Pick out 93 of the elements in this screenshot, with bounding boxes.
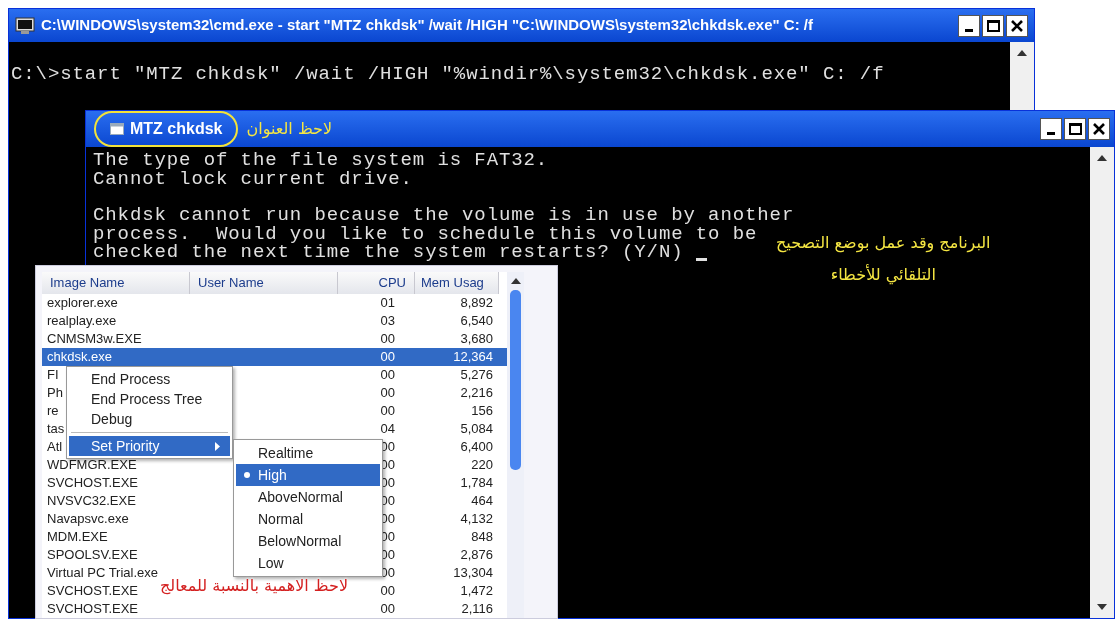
scrollbar[interactable] — [507, 272, 524, 618]
cpu-value: 00 — [379, 384, 396, 403]
memory-value: 156 — [470, 402, 494, 421]
process-name: FI — [47, 366, 59, 385]
process-name: SVCHOST.EXE — [47, 582, 139, 601]
console-icon — [15, 16, 35, 35]
process-name: Atl — [47, 438, 63, 457]
menu-item[interactable]: Debug — [69, 409, 230, 429]
memory-value: 1,784 — [459, 474, 494, 493]
menu-item[interactable]: End Process — [69, 369, 230, 389]
memory-value: 3,680 — [459, 330, 494, 349]
column-header[interactable]: Mem Usag — [415, 272, 499, 294]
annotation-text: لاحظ الاهمية بالنسبة للمعالج — [160, 575, 349, 597]
menu-item[interactable]: End Process Tree — [69, 389, 230, 409]
column-header[interactable]: User Name — [190, 272, 338, 294]
process-name: CNMSM3w.EXE — [47, 330, 142, 349]
close-icon — [1011, 19, 1023, 32]
memory-value: 12,364 — [452, 348, 494, 367]
cpu-value: 00 — [379, 366, 396, 385]
memory-value: 13,304 — [452, 564, 494, 583]
cpu-value: 00 — [379, 600, 396, 618]
process-name: Navapsvc.exe — [47, 510, 129, 529]
maximize-button[interactable] — [982, 14, 1004, 37]
cpu-value: 00 — [379, 348, 396, 367]
annotation-text: البرنامج وقد عمل بوضع التصحيح — [776, 232, 991, 255]
cpu-value: 01 — [379, 294, 396, 313]
column-header[interactable]: Image Name — [42, 272, 190, 294]
command-line: C:\>start "MTZ chkdsk" /wait /HIGH "%windir%\system32\chkdsk.exe" C: /f — [11, 63, 885, 85]
scroll-up-arrow-icon[interactable] — [1017, 50, 1027, 56]
close-icon — [1093, 123, 1105, 135]
minimize-button[interactable] — [1040, 118, 1062, 140]
menu-item[interactable]: High — [236, 464, 380, 486]
column-header[interactable]: CPU — [338, 272, 415, 294]
memory-value: 2,876 — [459, 546, 494, 565]
annotation-text: التلقائي للأخطاء — [830, 263, 936, 287]
scrollbar[interactable] — [1010, 42, 1034, 110]
memory-value: 5,276 — [459, 366, 494, 385]
cpu-value: 00 — [379, 330, 396, 349]
process-name: NVSVC32.EXE — [47, 492, 136, 511]
minimize-button[interactable] — [958, 14, 980, 37]
menu-item[interactable]: Low — [236, 552, 380, 574]
scrollbar[interactable] — [1090, 147, 1114, 618]
process-name: realplay.exe — [47, 312, 117, 331]
console-output-line: The type of the file system is FAT32. — [93, 151, 549, 170]
process-name: SVCHOST.EXE — [47, 474, 139, 493]
selected-process-row[interactable]: chkdsk.exe 00 12,364 — [42, 348, 507, 366]
maximize-button[interactable] — [1064, 118, 1086, 140]
menu-item[interactable]: BelowNormal — [236, 530, 380, 552]
memory-value: 5,084 — [459, 420, 494, 439]
memory-value: 2,216 — [459, 384, 494, 403]
process-name: WDFMGR.EXE — [47, 456, 137, 475]
close-button[interactable] — [1006, 14, 1028, 37]
process-name: re — [47, 402, 59, 421]
process-name: explorer.exe — [47, 294, 118, 313]
scroll-up-arrow-icon[interactable] — [1097, 155, 1107, 161]
console-output-line: Cannot lock current drive. — [93, 169, 413, 188]
menu-item[interactable]: Set Priority — [69, 436, 230, 456]
radio-bullet-icon — [244, 472, 250, 478]
menu-item[interactable]: Normal — [236, 508, 380, 530]
console-output-line: process. Would you like to schedule this volume to be — [93, 224, 758, 243]
memory-value: 220 — [470, 456, 494, 475]
scroll-down-arrow-icon[interactable] — [1097, 604, 1107, 610]
cpu-value: 03 — [379, 312, 396, 331]
memory-value: 464 — [470, 492, 494, 511]
process-name: SPOOLSV.EXE — [47, 546, 138, 565]
process-name: tas — [47, 420, 65, 439]
close-button[interactable] — [1088, 118, 1110, 140]
process-name: MDM.EXE — [47, 528, 108, 547]
process-name: chkdsk.exe — [47, 348, 113, 367]
memory-value: 848 — [470, 528, 494, 547]
memory-value: 6,400 — [459, 438, 494, 457]
memory-value: 1,472 — [459, 582, 494, 601]
annotation-text: لاحظ العنوان — [246, 118, 333, 141]
process-name: Virtual PC Trial.exe — [47, 564, 159, 583]
memory-value: 2,116 — [460, 600, 494, 618]
memory-value: 6,540 — [459, 312, 494, 331]
scrollbar-thumb[interactable] — [510, 290, 521, 470]
submenu-arrow-icon — [215, 441, 220, 451]
cpu-value: 00 — [379, 402, 396, 421]
process-name: SVCHOST.EXE — [47, 600, 139, 618]
scroll-up-arrow-icon[interactable] — [510, 278, 521, 284]
console-output-line: Chkdsk cannot run because the volume is in use by another — [93, 206, 795, 225]
console-output-line: checked the next time the system restarts? (Y/N) — [93, 243, 684, 262]
process-name: Ph — [47, 384, 63, 403]
memory-value: 8,892 — [459, 294, 494, 313]
window-title: MTZ chkdsk — [130, 119, 223, 139]
menu-item[interactable]: AboveNormal — [236, 486, 380, 508]
cpu-value: 04 — [379, 420, 396, 439]
memory-value: 4,132 — [459, 510, 494, 529]
menu-item[interactable]: Realtime — [236, 442, 380, 464]
window-icon — [110, 123, 124, 135]
window-title: C:\WINDOWS\system32\cmd.exe - start "MTZ chkdsk" /wait /HIGH "C:\WINDOWS\system32\chkdsk.exe" C: /f — [41, 15, 813, 36]
text-cursor — [695, 257, 707, 261]
